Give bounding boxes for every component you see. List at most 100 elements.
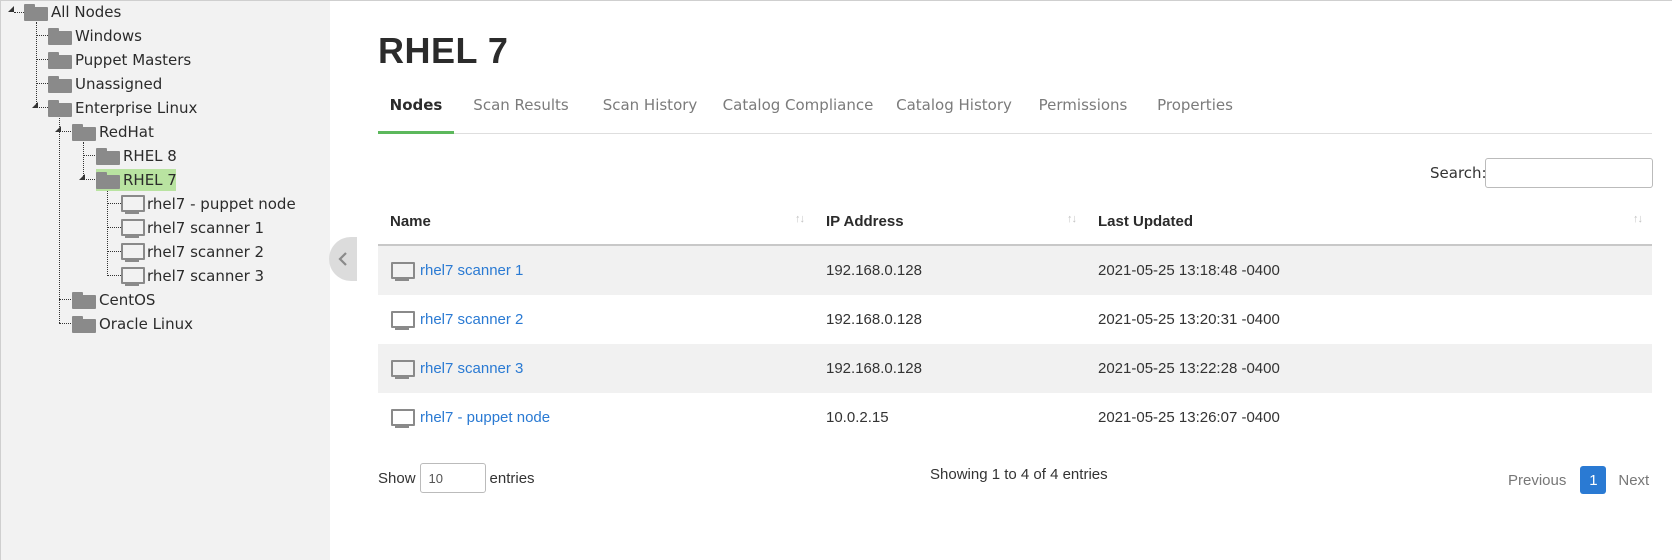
- next-page-button[interactable]: Next: [1618, 472, 1649, 489]
- tree-connector: [36, 59, 48, 60]
- tree-connector: [107, 227, 121, 228]
- column-header-name[interactable]: Name ↑↓: [378, 198, 814, 246]
- sort-icon: ↑↓: [795, 213, 805, 225]
- tree-node-rhel7-puppet-node[interactable]: rhel7 - puppet node: [120, 193, 299, 215]
- tree-node-label: Unassigned: [75, 75, 163, 93]
- sort-icon: ↑↓: [1067, 213, 1077, 225]
- node-tree-sidebar: All Nodes Windows Puppet Masters Unassig…: [0, 0, 330, 560]
- search-input[interactable]: [1485, 158, 1653, 188]
- tree-node-unassigned[interactable]: Unassigned: [48, 73, 165, 95]
- node-link[interactable]: rhel7 - puppet node: [420, 409, 550, 426]
- tree-connector: [83, 155, 97, 156]
- entries-label: entries: [489, 469, 535, 487]
- tree-connector: [36, 83, 48, 84]
- tree-node-label: RHEL 7: [123, 171, 177, 189]
- entries-per-page-select[interactable]: 10: [419, 463, 486, 493]
- table-row: rhel7 scanner 2 192.168.0.128 2021-05-25…: [378, 295, 1652, 344]
- tab-bar: Nodes Scan Results Scan History Catalog …: [378, 92, 1652, 134]
- last-updated-cell: 2021-05-25 13:20:31 -0400: [1098, 311, 1280, 328]
- last-updated-cell: 2021-05-25 13:26:07 -0400: [1098, 409, 1280, 426]
- node-link[interactable]: rhel7 scanner 3: [420, 360, 523, 377]
- folder-icon: [48, 99, 72, 117]
- nodes-table: Name ↑↓ IP Address ↑↓ Last Updated ↑↓ rh…: [378, 198, 1652, 442]
- column-header-ip-address[interactable]: IP Address ↑↓: [814, 198, 1086, 246]
- computer-icon: [390, 261, 415, 281]
- tree-node-label: rhel7 scanner 3: [147, 267, 265, 285]
- chevron-left-icon: [338, 252, 347, 266]
- tree-connector: [107, 203, 121, 204]
- previous-page-button[interactable]: Previous: [1508, 472, 1566, 489]
- computer-icon: [390, 408, 415, 428]
- tree-node-enterprise-linux[interactable]: Enterprise Linux: [48, 97, 200, 119]
- tab-scan-results[interactable]: Scan Results: [462, 92, 580, 131]
- folder-icon: [48, 27, 72, 45]
- tree-expand-toggle-icon[interactable]: [55, 126, 62, 133]
- page-length-control: Show 10 entries: [378, 463, 535, 493]
- pagination: Previous 1 Next: [1508, 466, 1649, 494]
- computer-icon: [120, 242, 145, 262]
- tree-node-rhel7-scanner-2[interactable]: rhel7 scanner 2: [120, 241, 267, 263]
- tree-node-label: CentOS: [99, 291, 156, 309]
- folder-icon: [48, 75, 72, 93]
- tree-connector: [107, 251, 121, 252]
- page-title: RHEL 7: [378, 30, 509, 71]
- tree-node-label: Enterprise Linux: [75, 99, 198, 117]
- column-header-last-updated[interactable]: Last Updated ↑↓: [1086, 198, 1652, 246]
- tree-node-rhel7-scanner-1[interactable]: rhel7 scanner 1: [120, 217, 267, 239]
- folder-icon: [72, 291, 96, 309]
- tree-node-label: Puppet Masters: [75, 51, 192, 69]
- tree-expand-toggle-icon[interactable]: [8, 6, 15, 13]
- tab-scan-history[interactable]: Scan History: [588, 92, 712, 131]
- ip-address-cell: 192.168.0.128: [826, 311, 922, 328]
- tab-properties[interactable]: Properties: [1120, 92, 1270, 131]
- tree-node-rhel7[interactable]: RHEL 7: [96, 169, 180, 191]
- node-link[interactable]: rhel7 scanner 1: [420, 262, 523, 279]
- column-header-label: IP Address: [826, 212, 904, 230]
- tree-node-rhel8[interactable]: RHEL 8: [96, 145, 180, 167]
- tree-node-puppet-masters[interactable]: Puppet Masters: [48, 49, 194, 71]
- tree-connector: [36, 35, 48, 36]
- tree-connector: [59, 118, 60, 323]
- node-link[interactable]: rhel7 scanner 2: [420, 311, 523, 328]
- table-row: rhel7 scanner 1 192.168.0.128 2021-05-25…: [378, 245, 1652, 295]
- tab-catalog-compliance[interactable]: Catalog Compliance: [708, 92, 888, 131]
- folder-icon: [72, 315, 96, 333]
- sort-icon: ↑↓: [1633, 213, 1643, 225]
- tree-node-label: All Nodes: [51, 3, 122, 21]
- computer-icon: [390, 359, 415, 379]
- tree-connector: [107, 275, 121, 276]
- tree-node-all-nodes[interactable]: All Nodes: [24, 1, 124, 23]
- tree-node-label: RHEL 8: [123, 147, 177, 165]
- folder-icon: [24, 3, 48, 21]
- tree-node-label: rhel7 scanner 2: [147, 243, 265, 261]
- computer-icon: [120, 194, 145, 214]
- folder-icon: [72, 123, 96, 141]
- tab-nodes[interactable]: Nodes: [378, 92, 454, 134]
- tree-node-label: rhel7 - puppet node: [147, 195, 296, 213]
- tree-connector: [14, 12, 24, 13]
- tree-connector: [59, 323, 73, 324]
- tree-expand-toggle-icon[interactable]: [79, 174, 86, 181]
- last-updated-cell: 2021-05-25 13:22:28 -0400: [1086, 344, 1652, 393]
- last-updated-cell: 2021-05-25 13:18:48 -0400: [1086, 245, 1652, 295]
- tree-node-oracle-linux[interactable]: Oracle Linux: [72, 313, 196, 335]
- computer-icon: [120, 266, 145, 286]
- tree-node-centos[interactable]: CentOS: [72, 289, 158, 311]
- tree-node-label: Windows: [75, 27, 142, 45]
- page-button-1[interactable]: 1: [1580, 466, 1607, 494]
- tree-connector: [59, 299, 73, 300]
- ip-address-cell: 192.168.0.128: [814, 245, 1086, 295]
- search-label: Search:: [1430, 164, 1487, 182]
- tree-node-rhel7-scanner-3[interactable]: rhel7 scanner 3: [120, 265, 267, 287]
- collapse-sidebar-button[interactable]: [329, 237, 357, 281]
- computer-icon: [120, 218, 145, 238]
- tree-node-label: rhel7 scanner 1: [147, 219, 265, 237]
- tree-node-windows[interactable]: Windows: [48, 25, 145, 47]
- table-info: Showing 1 to 4 of 4 entries: [930, 466, 1108, 483]
- tree-expand-toggle-icon[interactable]: [32, 102, 39, 109]
- folder-icon: [48, 51, 72, 69]
- tree-node-label: Oracle Linux: [99, 315, 193, 333]
- column-header-label: Name: [390, 212, 431, 230]
- ip-address-cell: 10.0.2.15: [826, 409, 889, 426]
- tree-node-redhat[interactable]: RedHat: [72, 121, 157, 143]
